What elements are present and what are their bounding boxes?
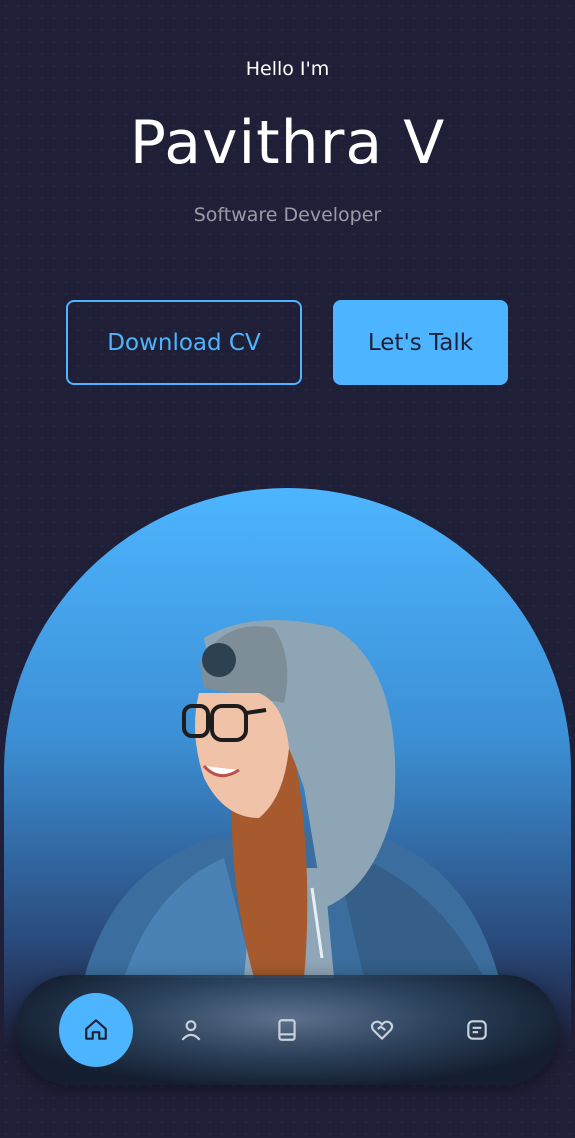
user-icon — [181, 1020, 201, 1041]
page-title: Pavithra V — [129, 108, 446, 178]
heart-handshake-icon — [370, 1020, 394, 1040]
bottom-nav — [16, 975, 559, 1085]
nav-experience[interactable] — [250, 993, 324, 1067]
role-subtitle: Software Developer — [193, 204, 382, 226]
nav-contact[interactable] — [440, 993, 514, 1067]
download-cv-button[interactable]: Download CV — [66, 300, 302, 385]
lets-talk-button[interactable]: Let's Talk — [333, 300, 508, 385]
hero-section: Hello I'm Pavithra V Software Developer … — [0, 0, 575, 1138]
nav-home[interactable] — [59, 993, 133, 1067]
profile-arch — [4, 488, 571, 1048]
profile-photo — [84, 620, 499, 978]
home-icon — [85, 1019, 107, 1040]
nav-services[interactable] — [345, 993, 419, 1067]
nav-about[interactable] — [154, 993, 228, 1067]
greeting-text: Hello I'm — [245, 58, 330, 80]
book-icon — [278, 1019, 296, 1041]
message-icon — [467, 1020, 487, 1040]
